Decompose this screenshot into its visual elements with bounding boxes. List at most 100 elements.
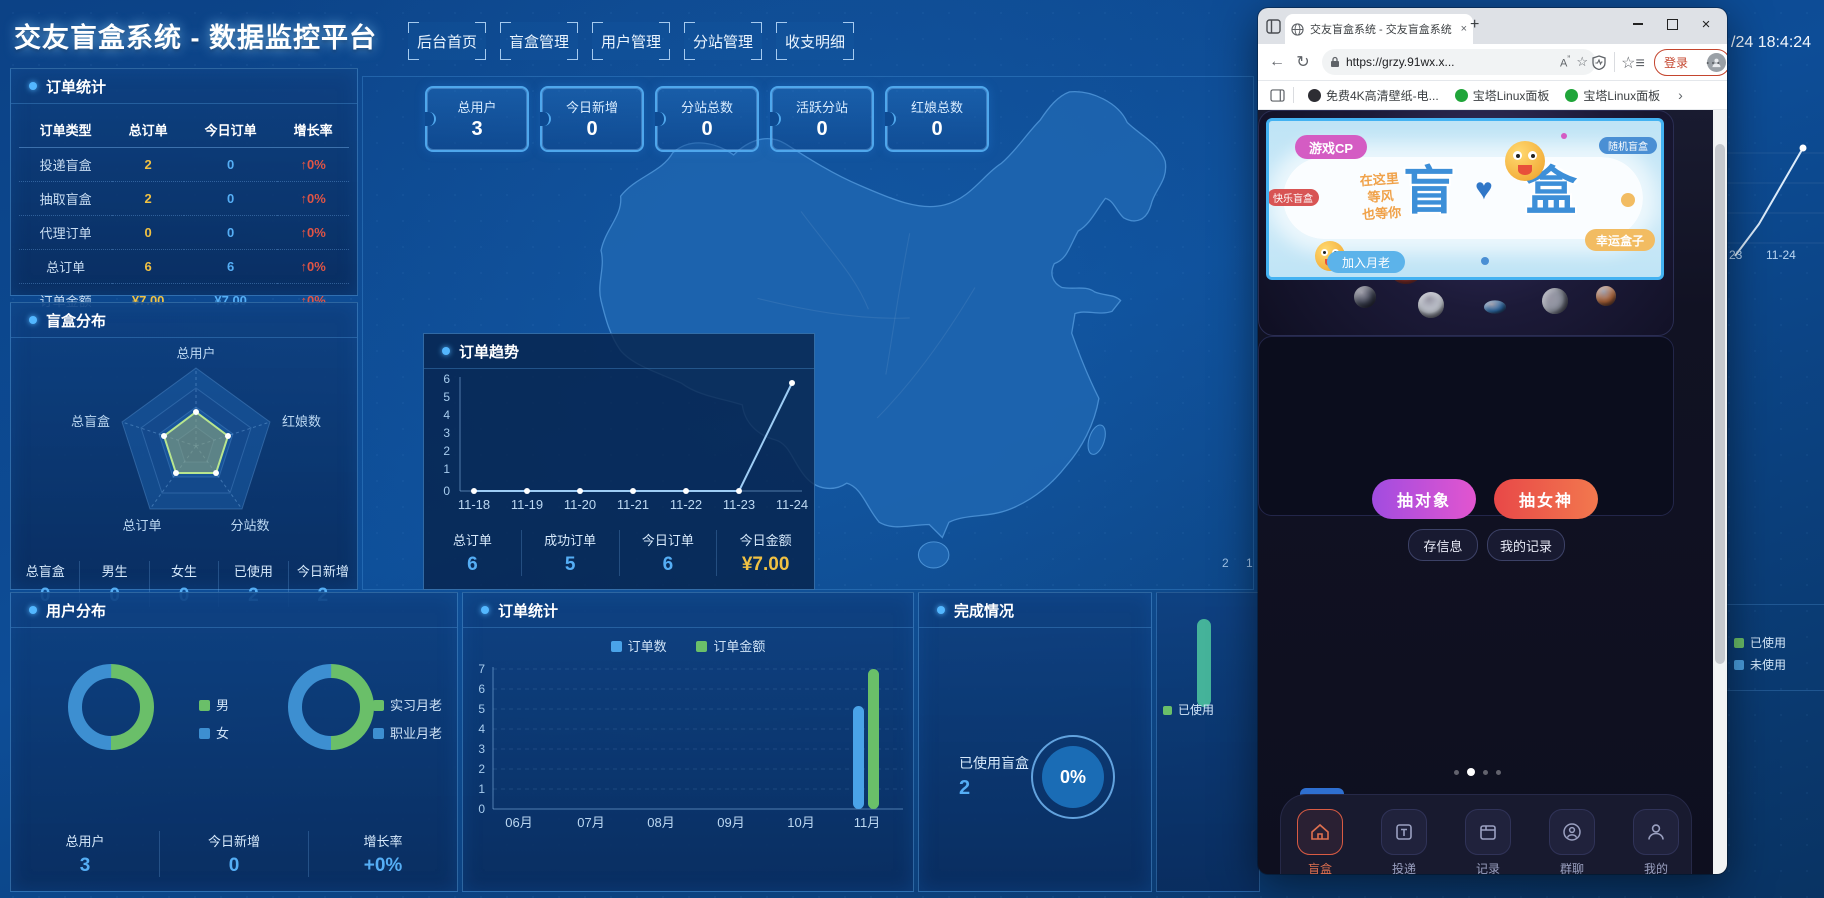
right-x-label: 11-24	[1766, 248, 1796, 262]
panel-title: 用户分布	[46, 600, 106, 621]
order-bar-chart: 7 6 5 4 3 2 1 0 06月 07月 08月 09月 10月 11月	[463, 659, 913, 834]
page-title: 交友盲盒系统 - 数据监控平台	[14, 16, 377, 55]
settings-menu-icon[interactable]: ⋯	[1700, 53, 1726, 73]
lock-icon	[1330, 56, 1340, 68]
svg-text:2: 2	[478, 762, 485, 776]
panel-title: 订单统计	[498, 600, 558, 621]
browser-essentials-icon[interactable]	[1592, 55, 1606, 70]
browser-titlebar: 交友盲盒系统 - 交友盲盒系统 × + ×	[1258, 8, 1727, 44]
sidebar-icon[interactable]	[1270, 89, 1285, 102]
user-photo-disc	[1414, 288, 1447, 321]
nav-substation-manage[interactable]: 分站管理	[684, 22, 762, 60]
nav-item-records[interactable]: 记录	[1465, 809, 1511, 874]
right-legend-used: 已使用	[1734, 634, 1786, 651]
carousel-dots[interactable]	[1454, 768, 1501, 776]
radar-axis-label: 分站数	[230, 518, 269, 533]
bookmark-wallpaper[interactable]: 免费4K高清壁纸-电...	[1302, 84, 1445, 107]
radar-chart: 总用户 红娘数 分站数 总订单 总盲盒	[11, 338, 357, 538]
nav-item-box[interactable]: 盲盒	[1297, 809, 1343, 874]
address-bar[interactable]: https://grzy.91wx.x... A” ☆	[1322, 49, 1596, 75]
svg-text:1: 1	[443, 462, 450, 476]
tab-close-icon[interactable]: ×	[1461, 23, 1467, 35]
browser-tab[interactable]: 交友盲盒系统 - 交友盲盒系统 ×	[1285, 14, 1473, 44]
panel-order-stats: 订单统计 订单类型 总订单 今日订单 增长率 投递盲盒 2 0 ↑0% 抽取盲盒…	[10, 68, 358, 296]
heart-icon: ♥	[1475, 173, 1493, 207]
url-text: https://grzy.91wx.x...	[1346, 55, 1554, 69]
tab-title: 交友盲盒系统 - 交友盲盒系统	[1310, 21, 1455, 37]
maximize-button[interactable]	[1655, 8, 1689, 40]
svg-text:3: 3	[443, 426, 450, 440]
scrollbar-thumb[interactable]	[1715, 144, 1725, 664]
panel-title: 订单趋势	[459, 341, 519, 362]
svg-text:3: 3	[478, 742, 485, 756]
bookmark-icon	[1308, 89, 1321, 102]
completion-gauge: 0%	[1031, 735, 1115, 819]
svg-text:11-22: 11-22	[670, 497, 702, 512]
nav-item-me[interactable]: 我的	[1633, 809, 1679, 874]
gender-legend: 男 女	[199, 695, 229, 742]
bookmark-bt-panel-2[interactable]: 宝塔Linux面板	[1559, 84, 1666, 107]
legend-count-swatch	[611, 641, 622, 652]
browser-window: 交友盲盒系统 - 交友盲盒系统 × + × ← ↻ https://grzy.9…	[1258, 8, 1727, 874]
svg-text:11月: 11月	[854, 815, 881, 830]
order-trend-line-chart: 6 5 4 3 2 1 0 11-18 11-19 11-20 11-21 11…	[424, 369, 814, 519]
svg-text:11-20: 11-20	[564, 497, 596, 512]
svg-text:7: 7	[478, 662, 485, 676]
browser-scrollbar[interactable]	[1713, 110, 1727, 874]
legend-used-swatch	[1163, 706, 1172, 715]
favorite-star-icon[interactable]: ☆	[1576, 54, 1588, 70]
my-records-button[interactable]: 我的记录	[1487, 529, 1565, 561]
close-button[interactable]: ×	[1689, 8, 1723, 40]
stat-card-new-today: 今日新增0	[540, 86, 644, 152]
tag-happy-box: 快乐盲盒	[1267, 189, 1319, 206]
nav-finance[interactable]: 收支明细	[776, 22, 854, 60]
panel-order-trend: 订单趋势 6 5 4 3 2 1 0 11-18 11-19 11-20 11-…	[423, 333, 815, 590]
svg-text:09月: 09月	[717, 815, 744, 830]
usage-bar	[1197, 619, 1211, 707]
svg-text:08月: 08月	[647, 815, 674, 830]
nav-home[interactable]: 后台首页	[408, 22, 486, 60]
bookmarks-overflow-icon[interactable]: ›	[1678, 87, 1683, 103]
panel-completion: 完成情况 已使用盲盒 2 0%	[918, 592, 1152, 892]
desktop: 交友盲盒系统 - 数据监控平台 后台首页 盲盒管理 用户管理 分站管理 收支明细…	[0, 0, 1824, 898]
tag-random-box: 随机盲盒	[1599, 137, 1657, 154]
user-photo-disc	[1354, 286, 1376, 308]
app-bottom-nav: 盲盒 投递 记录 群聊 我的	[1280, 794, 1692, 874]
read-aloud-icon[interactable]: A”	[1560, 54, 1570, 70]
vertical-tabs-icon[interactable]	[1266, 19, 1281, 34]
table-row: 投递盲盒 2 0 ↑0%	[19, 148, 349, 182]
back-icon[interactable]: ←	[1264, 53, 1290, 71]
minimize-button[interactable]	[1621, 8, 1655, 40]
draw-partner-button[interactable]: 抽对象	[1372, 479, 1476, 519]
new-tab-button[interactable]: +	[1470, 16, 1479, 34]
tag-join-matchmaker: 加入月老	[1327, 251, 1405, 273]
save-info-button[interactable]: 存信息	[1408, 529, 1478, 561]
svg-text:5: 5	[478, 702, 485, 716]
usage-legend: 已使用	[1163, 701, 1214, 718]
nav-user-manage[interactable]: 用户管理	[592, 22, 670, 60]
app-page: 单身宝盒 已有0位小伙伴加入心动星球 抽对象 抽女神 存信息 我的记录 游戏CP…	[1258, 110, 1727, 874]
svg-text:10月: 10月	[787, 815, 814, 830]
bookmark-bt-panel-1[interactable]: 宝塔Linux面板	[1449, 84, 1556, 107]
nav-item-group-chat[interactable]: 群聊	[1549, 809, 1595, 874]
nav-item-deliver[interactable]: 投递	[1381, 809, 1427, 874]
legend-female-swatch	[199, 728, 210, 739]
bullet-icon	[29, 606, 37, 614]
svg-text:0: 0	[478, 802, 485, 816]
bookmarks-bar: 免费4K高清壁纸-电... 宝塔Linux面板 宝塔Linux面板 ›	[1258, 81, 1727, 110]
refresh-icon[interactable]: ↻	[1290, 52, 1316, 72]
legend-amount-swatch	[696, 641, 707, 652]
favorites-hub-icon[interactable]: ☆≡	[1620, 53, 1646, 73]
legend-pro-swatch	[373, 728, 384, 739]
draw-goddess-button[interactable]: 抽女神	[1494, 479, 1598, 519]
nav-box-manage[interactable]: 盲盒管理	[500, 22, 578, 60]
order-stats-table: 订单类型 总订单 今日订单 增长率 投递盲盒 2 0 ↑0% 抽取盲盒 2 0 …	[19, 114, 349, 317]
svg-text:4: 4	[443, 408, 450, 422]
datetime-clock: /24 18:4:24	[1731, 34, 1811, 52]
legend-used-swatch	[1734, 638, 1744, 648]
me-icon	[1633, 809, 1679, 855]
svg-text:11-24: 11-24	[776, 497, 808, 512]
right-x-label: 23	[1729, 248, 1742, 262]
banner-word-1: 盲	[1403, 149, 1455, 224]
gender-donut-chart	[59, 655, 163, 759]
